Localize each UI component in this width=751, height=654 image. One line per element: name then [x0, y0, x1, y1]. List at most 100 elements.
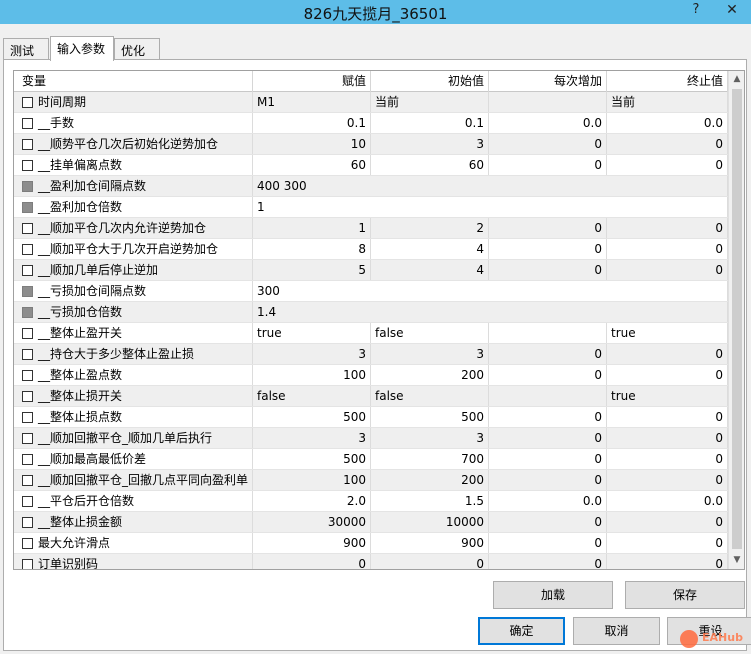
cell-value[interactable]: 3: [253, 428, 371, 448]
cell-stop[interactable]: true: [607, 323, 728, 343]
tab-test[interactable]: 测试: [3, 38, 49, 60]
cell-stop[interactable]: 0.0: [607, 491, 728, 511]
cell-value[interactable]: true: [253, 323, 371, 343]
cell-initial[interactable]: false: [371, 386, 489, 406]
cell-step[interactable]: 0: [489, 239, 607, 259]
table-row[interactable]: __手数 0.1 0.1 0.0 0.0: [14, 113, 728, 134]
cell-initial[interactable]: 1.5: [371, 491, 489, 511]
cell-value[interactable]: M1: [253, 92, 371, 112]
cell-step[interactable]: 0: [489, 365, 607, 385]
cell-initial[interactable]: 200: [371, 365, 489, 385]
cell-step[interactable]: 0: [489, 533, 607, 553]
table-row[interactable]: __整体止损点数 500 500 0 0: [14, 407, 728, 428]
table-row[interactable]: __盈利加仓间隔点数 400 300: [14, 176, 728, 197]
cell-initial[interactable]: 3: [371, 134, 489, 154]
cell-step[interactable]: 0: [489, 449, 607, 469]
table-row[interactable]: __挂单偏离点数 60 60 0 0: [14, 155, 728, 176]
cell-value[interactable]: 10: [253, 134, 371, 154]
cell-stop[interactable]: 0: [607, 134, 728, 154]
cell-value[interactable]: 1: [253, 197, 728, 217]
cell-step[interactable]: 0: [489, 407, 607, 427]
cell-stop[interactable]: true: [607, 386, 728, 406]
cell-value[interactable]: 30000: [253, 512, 371, 532]
cell-stop[interactable]: 0.0: [607, 113, 728, 133]
cell-stop[interactable]: 0: [607, 512, 728, 532]
cell-value[interactable]: 5: [253, 260, 371, 280]
cell-value[interactable]: 100: [253, 365, 371, 385]
cell-stop[interactable]: 0: [607, 449, 728, 469]
scroll-thumb[interactable]: [732, 89, 742, 549]
cell-step[interactable]: 0: [489, 470, 607, 490]
cell-step[interactable]: [489, 92, 607, 112]
close-button[interactable]: ✕: [714, 0, 750, 22]
header-variable[interactable]: 变量: [14, 71, 253, 92]
cell-initial[interactable]: 4: [371, 239, 489, 259]
table-row[interactable]: __平仓后开仓倍数 2.0 1.5 0.0 0.0: [14, 491, 728, 512]
cell-stop[interactable]: 0: [607, 218, 728, 238]
table-row[interactable]: __顺加几单后停止逆加 5 4 0 0: [14, 260, 728, 281]
scroll-up-icon[interactable]: ▲: [729, 71, 744, 88]
cell-stop[interactable]: 0: [607, 407, 728, 427]
cell-initial[interactable]: 60: [371, 155, 489, 175]
cancel-button[interactable]: 取消: [573, 617, 660, 645]
cell-step[interactable]: 0: [489, 260, 607, 280]
tab-input-params[interactable]: 输入参数: [50, 36, 114, 61]
table-row[interactable]: 时间周期 M1 当前 当前: [14, 92, 728, 113]
cell-value[interactable]: 1: [253, 218, 371, 238]
cell-stop[interactable]: 0: [607, 365, 728, 385]
cell-initial[interactable]: 4: [371, 260, 489, 280]
cell-stop[interactable]: 0: [607, 428, 728, 448]
cell-value[interactable]: 3: [253, 344, 371, 364]
cell-step[interactable]: 0: [489, 155, 607, 175]
cell-step[interactable]: [489, 386, 607, 406]
load-button[interactable]: 加载: [493, 581, 613, 609]
cell-stop[interactable]: 0: [607, 554, 728, 569]
cell-step[interactable]: 0: [489, 134, 607, 154]
table-row[interactable]: __顺加最高最低价差 500 700 0 0: [14, 449, 728, 470]
cell-initial[interactable]: 900: [371, 533, 489, 553]
cell-stop[interactable]: 0: [607, 470, 728, 490]
cell-initial[interactable]: 0.1: [371, 113, 489, 133]
cell-initial[interactable]: 200: [371, 470, 489, 490]
save-button[interactable]: 保存: [625, 581, 745, 609]
table-row[interactable]: __亏损加仓间隔点数 300: [14, 281, 728, 302]
table-row[interactable]: __顺势平仓几次后初始化逆势加仓 10 3 0 0: [14, 134, 728, 155]
vertical-scrollbar[interactable]: ▲ ▼: [728, 71, 744, 569]
cell-value[interactable]: false: [253, 386, 371, 406]
table-row[interactable]: __整体止损开关 false false true: [14, 386, 728, 407]
cell-initial[interactable]: 0: [371, 554, 489, 569]
cell-initial[interactable]: 2: [371, 218, 489, 238]
cell-stop[interactable]: 0: [607, 260, 728, 280]
cell-value[interactable]: 900: [253, 533, 371, 553]
cell-value[interactable]: 500: [253, 407, 371, 427]
cell-value[interactable]: 500: [253, 449, 371, 469]
cell-step[interactable]: 0: [489, 512, 607, 532]
cell-value[interactable]: 1.4: [253, 302, 728, 322]
table-row[interactable]: __持仓大于多少整体止盈止损 3 3 0 0: [14, 344, 728, 365]
cell-step[interactable]: 0: [489, 218, 607, 238]
cell-initial[interactable]: 10000: [371, 512, 489, 532]
table-row[interactable]: __顺加平仓几次内允许逆势加仓 1 2 0 0: [14, 218, 728, 239]
cell-step[interactable]: 0.0: [489, 113, 607, 133]
table-row[interactable]: __顺加平仓大于几次开启逆势加仓 8 4 0 0: [14, 239, 728, 260]
cell-value[interactable]: 400 300: [253, 176, 728, 196]
help-button[interactable]: ?: [678, 0, 714, 22]
cell-stop[interactable]: 0: [607, 239, 728, 259]
cell-step[interactable]: 0.0: [489, 491, 607, 511]
cell-value[interactable]: 60: [253, 155, 371, 175]
cell-value[interactable]: 0.1: [253, 113, 371, 133]
cell-value[interactable]: 300: [253, 281, 728, 301]
cell-stop[interactable]: 当前: [607, 92, 728, 112]
cell-value[interactable]: 100: [253, 470, 371, 490]
header-value[interactable]: 赋值: [253, 71, 371, 92]
table-row[interactable]: 最大允许滑点 900 900 0 0: [14, 533, 728, 554]
table-row[interactable]: __顺加回撤平仓_顺加几单后执行 3 3 0 0: [14, 428, 728, 449]
cell-initial[interactable]: 3: [371, 344, 489, 364]
table-row[interactable]: __盈利加仓倍数 1: [14, 197, 728, 218]
header-step[interactable]: 每次增加: [489, 71, 607, 92]
cell-value[interactable]: 2.0: [253, 491, 371, 511]
table-row[interactable]: __整体止盈点数 100 200 0 0: [14, 365, 728, 386]
cell-stop[interactable]: 0: [607, 344, 728, 364]
cell-step[interactable]: [489, 323, 607, 343]
cell-initial[interactable]: 当前: [371, 92, 489, 112]
